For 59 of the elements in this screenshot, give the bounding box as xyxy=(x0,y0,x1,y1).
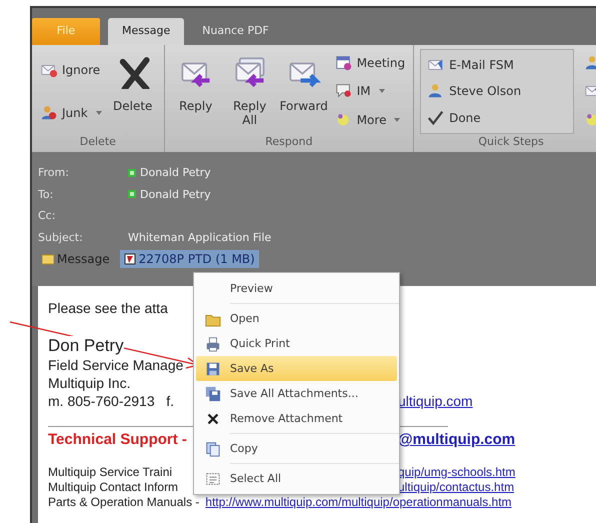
header-label: Cc: xyxy=(38,209,56,222)
link-label: Multiquip Contact Inform xyxy=(48,480,178,495)
reply-all-icon xyxy=(232,55,267,89)
ribbon-tab[interactable]: Message xyxy=(108,18,184,45)
select-all-icon xyxy=(205,470,221,486)
file-icon xyxy=(124,253,136,265)
save-icon xyxy=(205,360,221,376)
printer-icon xyxy=(205,336,221,352)
ribbon-button[interactable]: Delete xyxy=(108,49,158,134)
copy-icon xyxy=(205,440,221,456)
header-value: Whiteman Application File xyxy=(128,230,272,244)
phone-text: m. 805-760-2913 f. xyxy=(48,392,174,410)
menu-item[interactable]: Preview xyxy=(196,276,397,301)
link-label: Multiquip Service Traini xyxy=(48,465,172,480)
menu-item[interactable]: Copy xyxy=(196,436,397,461)
web-link[interactable]: http://www.multiquip.com/multiquip/operationmanuals.htm xyxy=(205,495,512,510)
menu-item[interactable]: Remove Attachment xyxy=(196,406,397,431)
email-link[interactable]: ultiquip.com xyxy=(398,392,473,410)
ribbon-button[interactable]: Done xyxy=(425,108,483,128)
menu-item[interactable]: Save As xyxy=(196,356,397,381)
ribbon-button[interactable]: Reply xyxy=(170,49,221,134)
signature-line: Field Service Manage xyxy=(48,356,184,374)
menu-item[interactable]: Open xyxy=(196,306,397,331)
chat-icon xyxy=(334,82,353,100)
menu-item[interactable]: Select All xyxy=(196,466,397,491)
ribbon-button[interactable]: Forward xyxy=(278,49,329,134)
body-text: Please see the atta xyxy=(48,300,168,316)
menu-item[interactable]: Save All Attachments... xyxy=(196,381,397,406)
ribbon-button[interactable]: IM xyxy=(332,81,387,102)
group-label: Quick Steps xyxy=(477,134,545,150)
ribbon-button[interactable]: Reply All xyxy=(224,49,275,134)
calendar-icon xyxy=(334,54,353,72)
web-link[interactable]: quip/umg-schools.htm xyxy=(398,465,516,480)
header-label: Subject: xyxy=(38,230,84,244)
ribbon-button[interactable]: Meeting xyxy=(332,53,408,74)
header-value: Donald Petry xyxy=(140,188,211,201)
signature-line: Multiquip Inc. xyxy=(48,374,130,392)
ribbon-button[interactable]: More xyxy=(332,110,402,130)
support-heading: Technical Support - xyxy=(48,431,187,449)
ribbon-button[interactable]: Steve Olson xyxy=(425,81,524,102)
ribbon-button[interactable]: E-Mail FSM xyxy=(425,55,516,76)
group-label: Delete xyxy=(78,134,117,150)
header-label: To: xyxy=(38,188,54,201)
attachment-item[interactable]: Message xyxy=(38,250,114,268)
menu-item[interactable]: Quick Print xyxy=(196,331,397,356)
save-all-icon xyxy=(205,386,221,402)
header-value: Donald Petry xyxy=(140,166,211,180)
group-label: Respond xyxy=(264,134,314,150)
attachment-item[interactable]: 22708P PTD (1 MB) xyxy=(120,250,259,268)
email-link[interactable]: @multiquip.com xyxy=(398,431,516,449)
signature-name: Don Petry xyxy=(48,336,124,356)
ribbon-button[interactable]: Ignore xyxy=(38,60,102,80)
link-label: Parts & Operation Manuals - xyxy=(48,495,200,510)
header-label: From: xyxy=(38,166,70,180)
ribbon-button[interactable]: Junk xyxy=(38,102,104,123)
web-link[interactable]: ultiquip/contactus.htm xyxy=(398,480,514,495)
ribbon-tab[interactable]: Nuance PDF xyxy=(188,18,283,45)
checkmark-icon xyxy=(427,108,446,127)
person-block-icon xyxy=(40,104,58,122)
